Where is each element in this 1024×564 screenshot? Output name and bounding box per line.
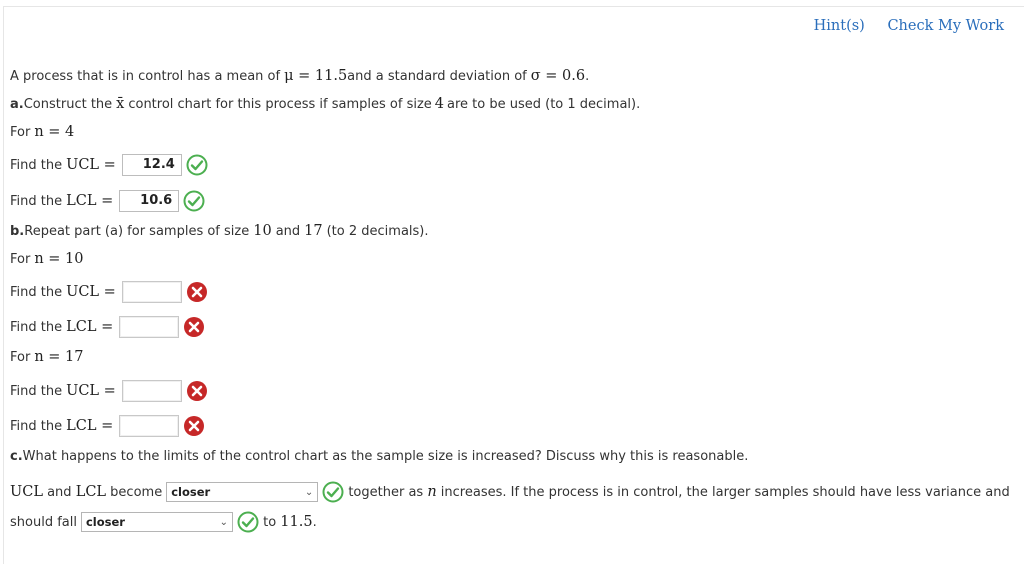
period: .: [312, 514, 317, 530]
part-b-letter: b.: [10, 223, 25, 239]
n4-expression: n = 4: [34, 124, 75, 140]
hints-link[interactable]: Hint(s): [814, 18, 865, 34]
fall-dropdown[interactable]: closer ⌄: [80, 512, 233, 532]
sigma-expression: σ = 0.6: [530, 68, 586, 84]
intro-text-1: A process that is in control has a mean …: [10, 68, 281, 84]
part-a-for-n: For n = 4: [10, 124, 74, 140]
ucl-n17-input[interactable]: [121, 380, 182, 402]
should-fall-text: should fall: [10, 514, 77, 530]
part-b-n10-lcl-row: Find the LCL =: [10, 316, 205, 338]
x-circle-icon: [186, 282, 207, 302]
for-label: For: [10, 251, 31, 267]
check-circle-icon: [322, 481, 344, 503]
n-variable: n: [427, 484, 437, 500]
for-label: For: [10, 349, 31, 365]
intro-text: A process that is in control has a mean …: [10, 68, 589, 84]
part-b-n17-lcl-row: Find the LCL =: [10, 415, 205, 437]
find-the-label: Find the: [10, 284, 63, 300]
lcl-term: LCL: [75, 484, 107, 500]
check-circle-icon: [186, 154, 208, 176]
top-links: Hint(s) Check My Work: [796, 18, 1004, 34]
rest-text: increases. If the process is in control,…: [436, 484, 1010, 500]
target-value: 11.5: [280, 514, 313, 530]
part-c-answer-line-2: should fall closer ⌄ to 11.5 .: [10, 511, 317, 533]
check-circle-icon: [183, 190, 205, 212]
lcl-label: LCL =: [66, 193, 114, 209]
find-the-label: Find the: [10, 418, 63, 434]
fall-dropdown-value: closer: [85, 515, 125, 529]
find-the-label: Find the: [10, 383, 63, 399]
part-a-ucl-row: Find the UCL = 12.4: [10, 154, 208, 176]
lcl-n4-input[interactable]: 10.6: [119, 190, 180, 212]
x-circle-icon: [184, 317, 205, 337]
to-text: to: [258, 514, 281, 530]
part-a-text-2: control chart for this process if sample…: [128, 96, 432, 112]
part-b-for-n17: For n = 17: [10, 349, 83, 365]
ucl-label: UCL =: [66, 157, 116, 173]
part-b-size-1: 10: [253, 223, 272, 239]
part-a-lcl-row: Find the LCL = 10.6: [10, 190, 205, 212]
find-the-label: Find the: [10, 157, 63, 173]
n10-expression: n = 10: [34, 251, 84, 267]
find-the-label: Find the: [10, 319, 63, 335]
x-circle-icon: [186, 381, 207, 401]
part-b-for-n10: For n = 10: [10, 251, 83, 267]
part-b-n17-ucl-row: Find the UCL =: [10, 380, 208, 402]
ucl-label: UCL =: [66, 284, 116, 300]
intro-text-2: and a standard deviation of: [347, 68, 527, 84]
xbar-symbol: x̄: [116, 96, 125, 112]
ucl-n4-input[interactable]: 12.4: [121, 154, 182, 176]
part-a-question: a. Construct the x̄ control chart for th…: [10, 96, 640, 112]
become-dropdown[interactable]: closer ⌄: [166, 482, 319, 502]
lcl-n10-input[interactable]: [119, 316, 180, 338]
part-b-text-1: Repeat part (a) for samples of size: [24, 223, 250, 239]
part-b-n10-ucl-row: Find the UCL =: [10, 281, 208, 303]
for-label: For: [10, 124, 31, 140]
check-my-work-link[interactable]: Check My Work: [887, 18, 1004, 34]
find-the-label: Find the: [10, 193, 63, 209]
part-a-text-1: Construct the: [23, 96, 113, 112]
part-c-letter: c.: [10, 449, 23, 464]
part-c-question: c. What happens to the limits of the con…: [10, 449, 748, 464]
mu-expression: μ = 11.5: [284, 68, 348, 84]
part-a-size: 4: [434, 96, 445, 112]
part-a-text-3: are to be used (to 1 decimal).: [447, 96, 641, 112]
and-text: and: [42, 484, 76, 500]
lcl-label: LCL =: [66, 319, 114, 335]
chevron-down-icon: ⌄: [304, 486, 314, 498]
part-c-answer-line-1: UCL and LCL become closer ⌄ together as …: [10, 481, 1010, 503]
ucl-n10-input[interactable]: [121, 281, 182, 303]
n17-expression: n = 17: [34, 349, 84, 365]
together-text: together as: [344, 484, 428, 500]
part-a-letter: a.: [10, 96, 24, 112]
lcl-n17-input[interactable]: [119, 415, 180, 437]
lcl-label: LCL =: [66, 418, 114, 434]
part-c-question-text: What happens to the limits of the contro…: [22, 449, 749, 464]
become-dropdown-value: closer: [171, 485, 211, 499]
part-b-question: b. Repeat part (a) for samples of size 1…: [10, 223, 429, 239]
check-circle-icon: [237, 511, 259, 533]
x-circle-icon: [184, 416, 205, 436]
ucl-term: UCL: [10, 484, 43, 500]
part-b-text-3: (to 2 decimals).: [326, 223, 429, 239]
ucl-label: UCL =: [66, 383, 116, 399]
part-b-text-2: and: [275, 223, 301, 239]
part-b-size-2: 17: [304, 223, 323, 239]
intro-text-3: .: [585, 68, 590, 84]
chevron-down-icon: ⌄: [219, 516, 228, 528]
become-text: become: [106, 484, 163, 500]
